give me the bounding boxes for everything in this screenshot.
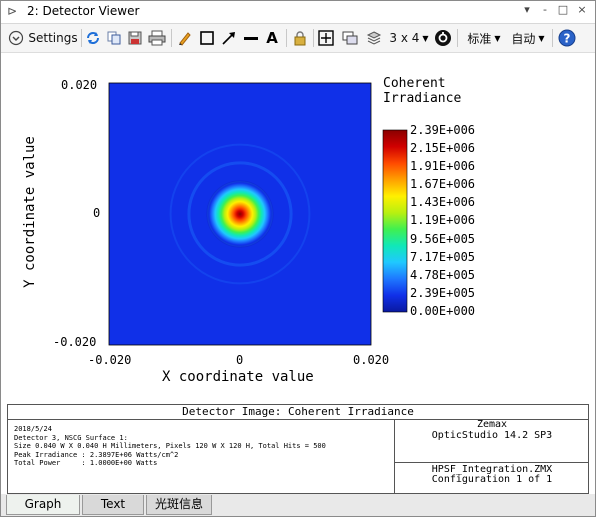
- colorbar-label: 1.67E+006: [410, 177, 476, 191]
- maximize-icon[interactable]: □: [555, 3, 571, 16]
- colorbar-label: 1.19E+006: [410, 213, 476, 227]
- settings-gear-icon[interactable]: [433, 28, 453, 48]
- colorbar-label: 1.91E+006: [410, 159, 476, 173]
- window-icon[interactable]: [341, 28, 359, 48]
- toolbar: Settings A 3 x 4 ▼ 标准 ▼ 自动 ▼ ?: [1, 24, 595, 53]
- layout-label: 3 x 4: [389, 31, 420, 45]
- colorbar-label: 0.00E+000: [410, 304, 476, 318]
- colorbar-title-line1: Coherent: [383, 76, 446, 91]
- auto-dropdown[interactable]: 自动 ▼: [507, 28, 549, 48]
- settings-button[interactable]: Settings: [6, 28, 80, 48]
- colorbar-label: 7.17E+005: [410, 250, 476, 264]
- colorbar-label: 1.43E+006: [410, 195, 476, 209]
- standard-dropdown[interactable]: 标准 ▼: [463, 28, 505, 48]
- y-tick-top: 0.020: [61, 78, 98, 92]
- detector-details: 2018/5/24 Detector 3, NSCG Surface 1: Size…: [14, 425, 326, 468]
- settings-label: Settings: [28, 31, 78, 45]
- title-bar: ⊳ 2: Detector Viewer ▾ - □ ×: [1, 1, 595, 24]
- zoom-icon[interactable]: [317, 28, 335, 48]
- chevron-down-icon: ▼: [538, 33, 545, 43]
- colorbar-label: 2.39E+005: [410, 286, 476, 300]
- x-tick-middle: 0: [236, 353, 244, 367]
- pin-icon[interactable]: ⊳: [7, 4, 17, 18]
- chevron-down-icon: ▼: [422, 33, 429, 43]
- colorbar-label: 9.56E+005: [410, 232, 476, 246]
- tab-graph[interactable]: Graph: [6, 495, 80, 515]
- product-version: OpticStudio 14.2 SP3: [431, 430, 553, 441]
- detail-line: 2018/5/24: [14, 425, 52, 433]
- colorbar-title-line2: Irradiance: [383, 91, 462, 106]
- layers-icon[interactable]: [365, 28, 383, 48]
- text-icon[interactable]: A: [263, 28, 281, 48]
- chevron-down-icon: ▼: [494, 33, 501, 43]
- window-title: 2: Detector Viewer: [27, 4, 140, 18]
- minimize-icon[interactable]: -: [537, 3, 553, 16]
- configuration-label: Configuration 1 of 1: [431, 474, 553, 485]
- y-tick-bottom: -0.020: [53, 335, 97, 349]
- detector-viewer-window: ⊳ 2: Detector Viewer ▾ - □ × Settings A …: [0, 0, 596, 517]
- dropdown-icon[interactable]: ▾: [519, 3, 535, 16]
- detail-line: Size 0.040 W X 0.040 H Millimeters, Pixe…: [14, 442, 326, 450]
- vendor-name: Zemax: [476, 419, 508, 430]
- close-icon[interactable]: ×: [574, 3, 590, 16]
- tab-spot-info[interactable]: 光斑信息: [146, 495, 212, 515]
- beam-spot: [205, 179, 275, 249]
- y-axis-title: Y coordinate value: [22, 136, 38, 288]
- x-axis-title: X coordinate value: [162, 369, 314, 385]
- line-icon[interactable]: [242, 28, 260, 48]
- colorbar-label: 2.39E+006: [410, 123, 476, 137]
- plot-area: 0.020 0 -0.020 -0.020 0 0.020 X coordina…: [1, 53, 595, 401]
- detail-line: Peak Irradiance : 2.3897E+06 Watts/cm^2: [14, 450, 179, 459]
- pencil-icon[interactable]: [176, 28, 194, 48]
- standard-label: 标准: [467, 31, 492, 46]
- auto-label: 自动: [511, 31, 536, 46]
- colorbar: [382, 129, 408, 313]
- info-panel: Detector Image: Coherent Irradiance 2018…: [7, 404, 589, 494]
- rectangle-icon[interactable]: [198, 28, 216, 48]
- colorbar-label: 2.15E+006: [410, 141, 476, 155]
- lock-icon[interactable]: [291, 28, 309, 48]
- x-tick-right: 0.020: [353, 353, 390, 367]
- layout-dropdown[interactable]: 3 x 4 ▼: [387, 28, 431, 48]
- detail-line: Detector 3, NSCG Surface 1:: [14, 433, 128, 442]
- view-tabs: Graph Text 光斑信息: [1, 494, 595, 516]
- svg-text:?: ?: [564, 32, 571, 46]
- refresh-icon[interactable]: [84, 28, 102, 48]
- tab-text[interactable]: Text: [82, 495, 144, 515]
- y-tick-middle: 0: [93, 206, 101, 220]
- copy-icon[interactable]: [105, 28, 123, 48]
- info-title: Detector Image: Coherent Irradiance: [8, 405, 588, 420]
- save-icon[interactable]: [126, 28, 144, 48]
- colorbar-label: 4.78E+005: [410, 268, 476, 282]
- chevron-circle-icon: [9, 30, 24, 46]
- detail-line: Total Power : 1.0000E+00 Watts: [14, 459, 158, 467]
- x-tick-left: -0.020: [88, 353, 132, 367]
- help-icon[interactable]: ?: [557, 28, 577, 48]
- print-icon[interactable]: [147, 28, 167, 48]
- arrow-icon[interactable]: [220, 28, 238, 48]
